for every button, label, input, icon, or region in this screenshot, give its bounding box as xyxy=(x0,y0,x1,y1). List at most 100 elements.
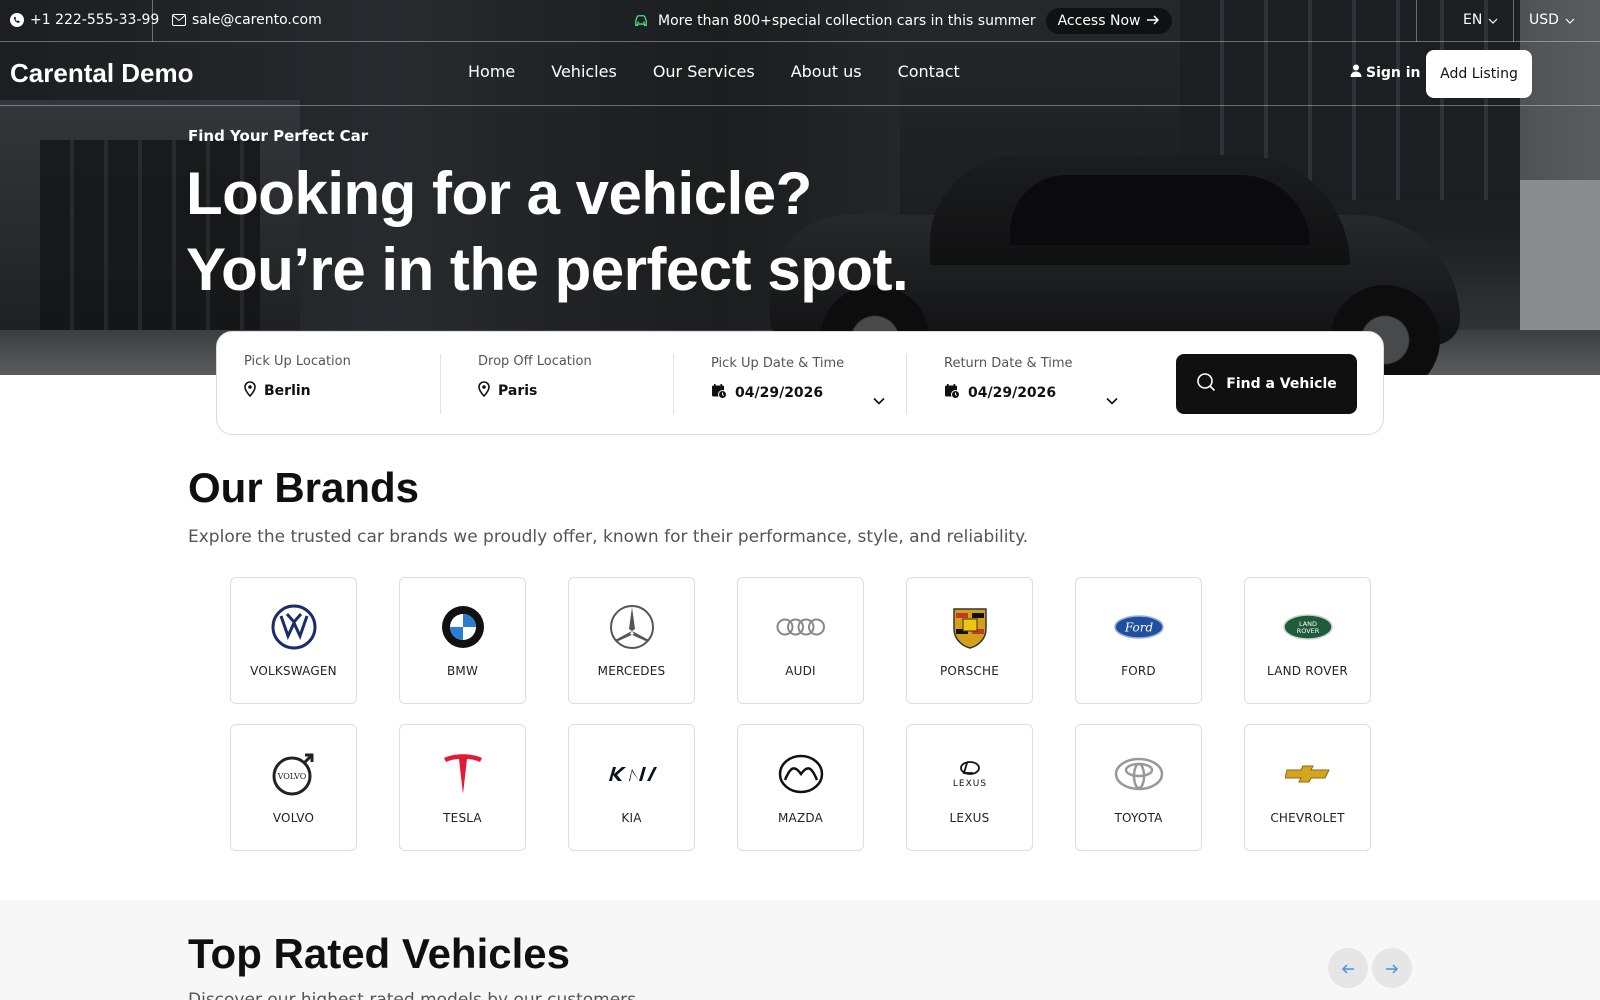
return-date-label: Return Date & Time xyxy=(944,356,1073,371)
audi-logo-icon xyxy=(776,604,826,650)
chevron-down-icon[interactable] xyxy=(1106,390,1118,409)
kia-logo-icon xyxy=(607,751,657,797)
field-divider xyxy=(906,354,907,414)
brand-name: VOLKSWAGEN xyxy=(250,663,337,678)
chevron-down-icon xyxy=(1488,12,1498,28)
nav-item-home[interactable]: Home xyxy=(468,62,515,81)
pickup-date-field[interactable]: Pick Up Date & Time 04/29/2026 xyxy=(711,356,885,405)
pickup-date-value: 04/29/2026 xyxy=(735,385,824,401)
nav-item-about[interactable]: About us xyxy=(791,62,862,81)
brand-card-lexus[interactable]: LEXUS LEXUS xyxy=(906,724,1033,851)
calendar-icon xyxy=(711,383,727,403)
carousel-prev-button[interactable] xyxy=(1328,948,1368,988)
dropoff-location-label: Drop Off Location xyxy=(478,354,592,369)
access-now-label: Access Now xyxy=(1057,13,1141,29)
brand-name: LEXUS xyxy=(949,810,990,825)
brand-card-bmw[interactable]: BMW xyxy=(399,577,526,704)
location-pin-icon xyxy=(244,381,256,401)
phone-number: +1 222-555-33-99 xyxy=(30,12,160,28)
mercedes-logo-icon xyxy=(607,604,657,650)
brand-name: AUDI xyxy=(785,663,816,678)
brand-card-porsche[interactable]: PORSCHE xyxy=(906,577,1033,704)
dropoff-location-field[interactable]: Drop Off Location Paris xyxy=(478,354,678,401)
chevron-down-icon xyxy=(1565,12,1575,28)
pickup-location-value: Berlin xyxy=(264,383,311,399)
svg-text:ROVER: ROVER xyxy=(1296,627,1319,635)
brand-name: VOLVO xyxy=(272,810,315,825)
brand-name: MAZDA xyxy=(777,810,824,825)
hero-subtitle: Find Your Perfect Car xyxy=(188,127,369,145)
carousel-next-button[interactable] xyxy=(1372,948,1412,988)
chevrolet-logo-icon xyxy=(1283,751,1333,797)
volkswagen-logo-icon xyxy=(269,604,319,650)
mail-icon xyxy=(172,13,186,27)
pickup-date-label: Pick Up Date & Time xyxy=(711,356,845,371)
currency-selector[interactable]: USD xyxy=(1529,12,1575,28)
main-navigation: Carental Demo Home Vehicles Our Services… xyxy=(0,42,1600,106)
top-rated-description: Discover our highest rated models by our… xyxy=(188,990,637,1000)
brand-name: PORSCHE xyxy=(939,663,1000,678)
vehicle-search-form: Pick Up Location Berlin Drop Off Locatio… xyxy=(216,331,1384,435)
promo-banner: More than 800+special collection cars in… xyxy=(634,8,1173,34)
nav-item-contact[interactable]: Contact xyxy=(898,62,960,81)
nav-item-services[interactable]: Our Services xyxy=(653,62,755,81)
brand-card-chevrolet[interactable]: CHEVROLET xyxy=(1244,724,1371,851)
nav-menu: Home Vehicles Our Services About us Cont… xyxy=(468,62,960,81)
add-listing-button[interactable]: Add Listing xyxy=(1426,50,1532,98)
top-bar: +1 222-555-33-99 sale@carento.com More t… xyxy=(0,0,1600,42)
topbar-divider xyxy=(1513,0,1514,42)
phone-contact[interactable]: +1 222-555-33-99 xyxy=(10,12,159,28)
car-icon xyxy=(634,14,648,28)
brand-name: TESLA xyxy=(443,810,482,825)
promo-text: More than 800+special collection cars in… xyxy=(658,13,1036,29)
volvo-logo-icon: VOLVO xyxy=(269,751,319,797)
sign-in-link[interactable]: Sign in xyxy=(1350,64,1421,81)
brand-card-mercedes[interactable]: MERCEDES xyxy=(568,577,695,704)
return-date-value: 04/29/2026 xyxy=(968,385,1057,401)
toyota-logo-icon xyxy=(1114,751,1164,797)
pickup-location-field[interactable]: Pick Up Location Berlin xyxy=(244,354,444,401)
search-icon xyxy=(1196,372,1216,396)
currency-value: USD xyxy=(1529,12,1559,28)
lexus-logo-icon: LEXUS xyxy=(945,751,995,797)
arrow-right-icon xyxy=(1385,959,1399,978)
hero-title-line2: You’re in the perfect spot. xyxy=(186,236,909,303)
find-vehicle-button[interactable]: Find a Vehicle xyxy=(1176,354,1357,414)
brand-card-land-rover[interactable]: LAND ROVER LAND ROVER xyxy=(1244,577,1371,704)
brand-grid: VOLKSWAGEN BMW MERCEDES AUDI PORSCHE For… xyxy=(230,577,1372,851)
svg-text:LEXUS: LEXUS xyxy=(952,779,986,789)
language-value: EN xyxy=(1463,12,1483,28)
svg-text:Ford: Ford xyxy=(1123,620,1153,634)
brand-card-audi[interactable]: AUDI xyxy=(737,577,864,704)
hero-title: Looking for a vehicle? You’re in the per… xyxy=(186,156,909,308)
email-contact[interactable]: sale@carento.com xyxy=(172,12,322,28)
brand-card-volkswagen[interactable]: VOLKSWAGEN xyxy=(230,577,357,704)
land-rover-logo-icon: LAND ROVER xyxy=(1282,604,1333,650)
brand-card-volvo[interactable]: VOLVO VOLVO xyxy=(230,724,357,851)
brand-card-mazda[interactable]: MAZDA xyxy=(737,724,864,851)
tesla-logo-icon xyxy=(438,751,488,797)
brand-name: MERCEDES xyxy=(597,663,666,678)
svg-text:VOLVO: VOLVO xyxy=(276,772,306,781)
nav-item-vehicles[interactable]: Vehicles xyxy=(551,62,617,81)
language-selector[interactable]: EN xyxy=(1463,12,1498,28)
brands-description: Explore the trusted car brands we proudl… xyxy=(188,527,1029,547)
brand-card-tesla[interactable]: TESLA xyxy=(399,724,526,851)
brand-name: LAND ROVER xyxy=(1267,663,1348,678)
return-date-field[interactable]: Return Date & Time 04/29/2026 xyxy=(944,356,1118,405)
brand-card-toyota[interactable]: TOYOTA xyxy=(1075,724,1202,851)
topbar-divider xyxy=(1416,0,1417,42)
phone-icon xyxy=(10,13,24,27)
access-now-button[interactable]: Access Now xyxy=(1045,8,1173,34)
sign-in-label: Sign in xyxy=(1366,64,1421,81)
find-vehicle-label: Find a Vehicle xyxy=(1226,376,1337,392)
email-address: sale@carento.com xyxy=(192,12,322,28)
brand-name: TOYOTA xyxy=(1114,810,1163,825)
site-logo[interactable]: Carental Demo xyxy=(10,58,194,89)
top-rated-title: Top Rated Vehicles xyxy=(188,930,570,977)
brand-card-ford[interactable]: Ford FORD xyxy=(1075,577,1202,704)
chevron-down-icon[interactable] xyxy=(873,390,885,409)
calendar-icon xyxy=(944,383,960,403)
ford-logo-icon: Ford xyxy=(1113,604,1164,650)
brand-card-kia[interactable]: KIA xyxy=(568,724,695,851)
